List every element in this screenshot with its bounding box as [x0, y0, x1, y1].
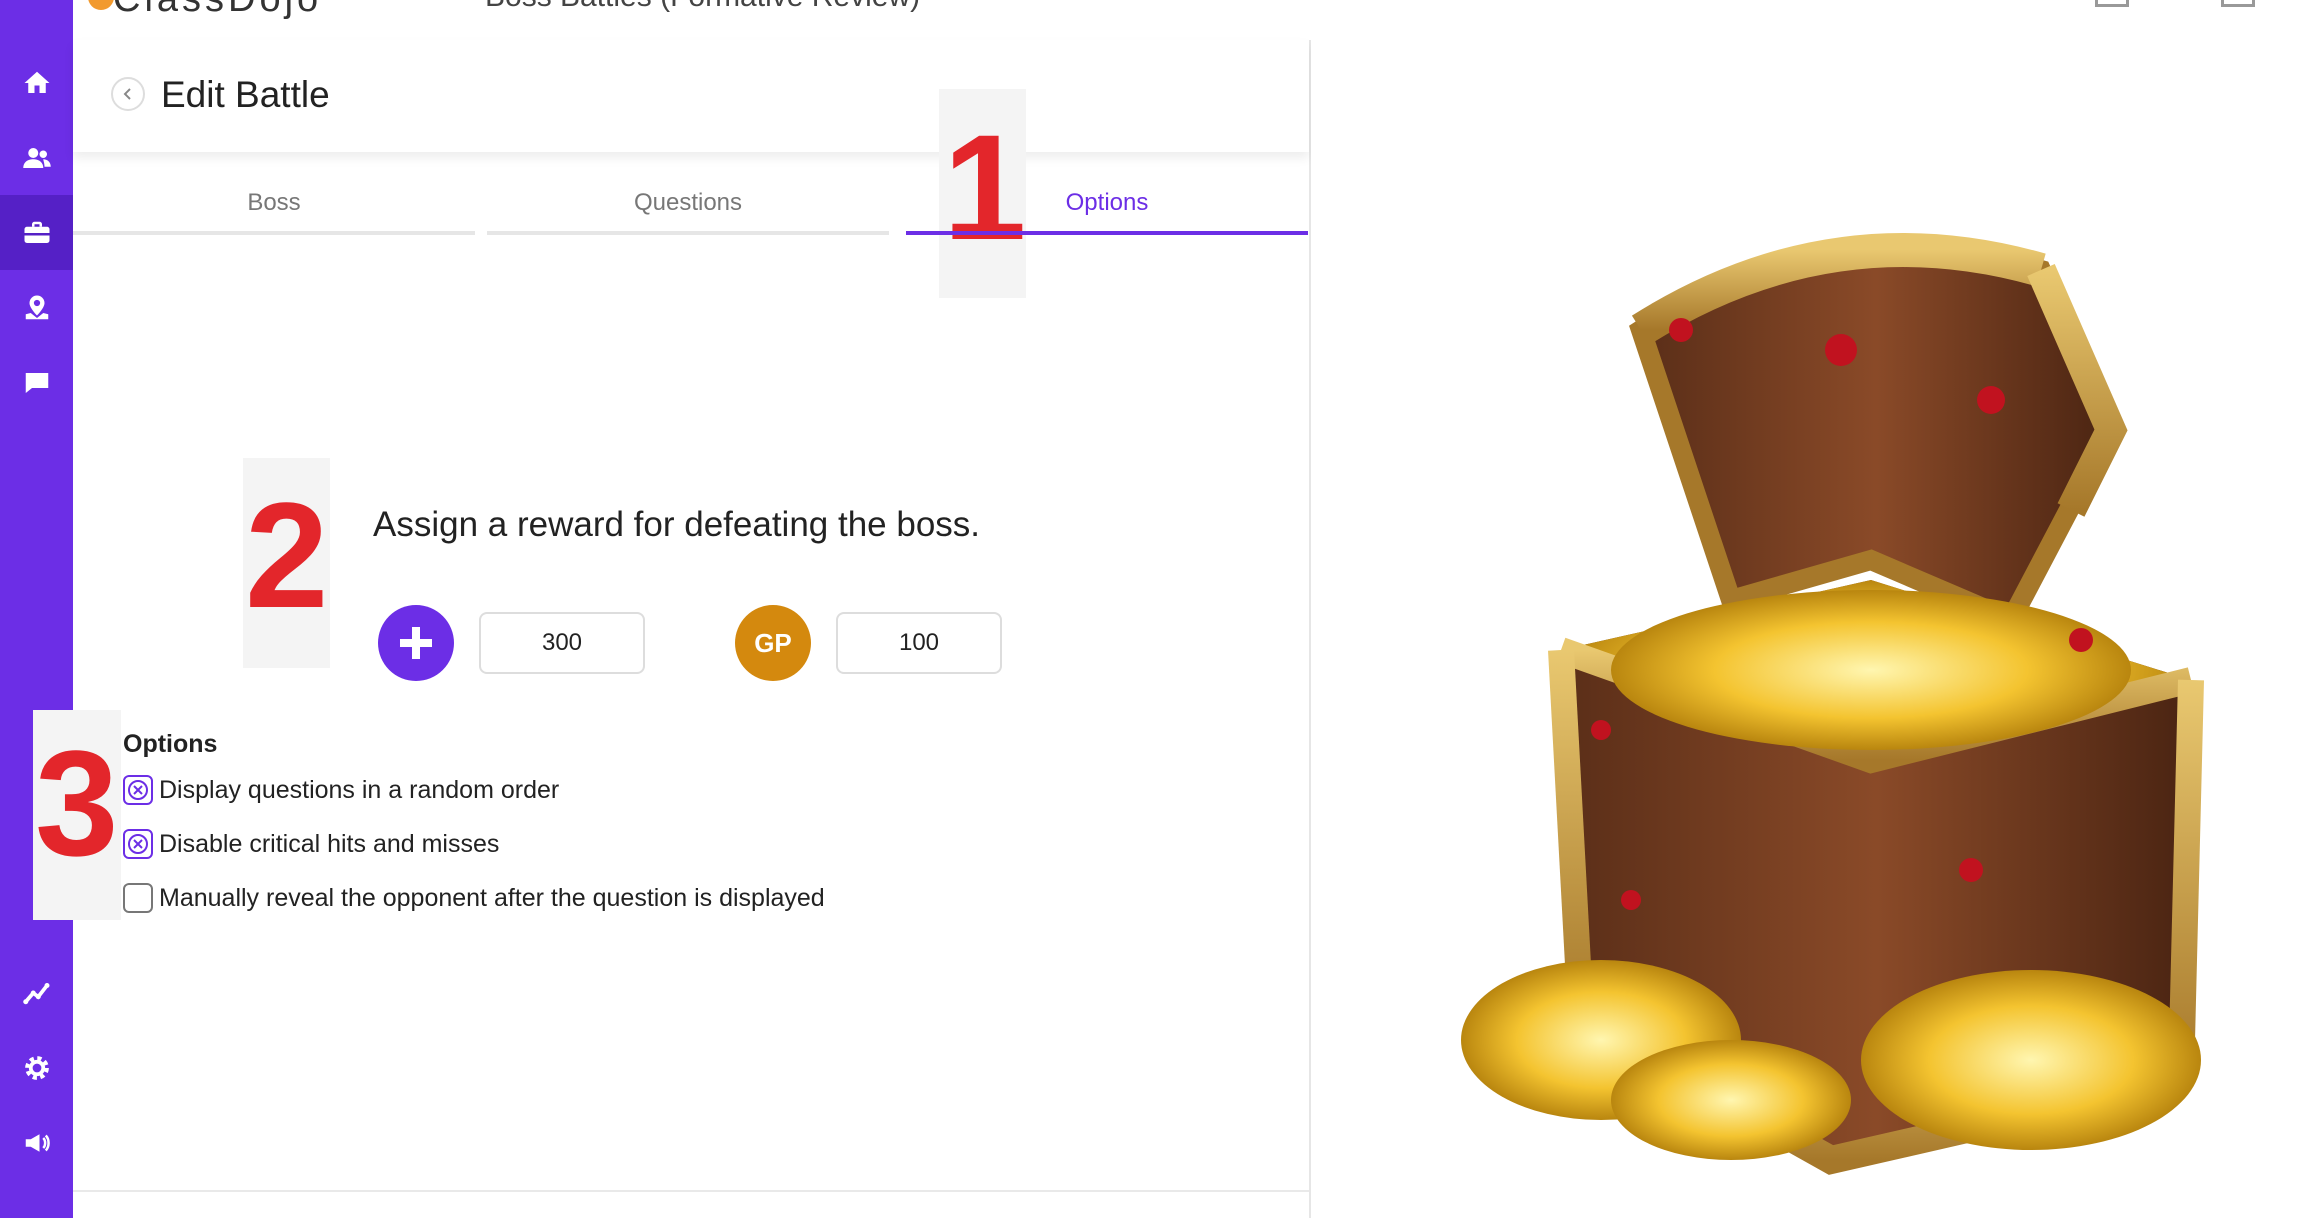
- sidebar-item-announcements[interactable]: [0, 1105, 73, 1180]
- option-disable-crits[interactable]: Disable critical hits and misses: [123, 826, 499, 862]
- panel-header: Edit Battle: [73, 40, 1309, 152]
- chat-icon: [25, 372, 48, 393]
- tab-options[interactable]: Options: [906, 175, 1308, 235]
- annotation-marker-2: 2: [245, 471, 329, 639]
- tab-boss[interactable]: Boss: [73, 175, 475, 235]
- footer-divider: [73, 1190, 1309, 1192]
- edit-battle-panel: Edit Battle 1 Boss Questions Options 2 A…: [33, 40, 1311, 1218]
- chevron-left-icon: [123, 88, 131, 100]
- gear-icon: [24, 1055, 49, 1080]
- sidebar-item-battles[interactable]: [0, 195, 73, 270]
- sidebar: [0, 0, 73, 1218]
- plus-icon: [400, 627, 432, 659]
- x-check-icon: [128, 834, 148, 854]
- gp-badge: GP: [735, 605, 811, 681]
- treasure-chest-image: [1461, 233, 2204, 1175]
- page-title: Edit Battle: [161, 74, 330, 115]
- briefcase-icon: [24, 221, 49, 243]
- top-bar: ClassDojo Boss Battles (Formative Review…: [73, 0, 2301, 41]
- xp-plus-badge: [378, 605, 454, 681]
- options-heading: Options: [123, 730, 218, 758]
- chart-icon: [22, 982, 49, 1004]
- sidebar-item-messages[interactable]: [0, 345, 73, 420]
- x-check-icon: [128, 780, 148, 800]
- tab-questions[interactable]: Questions: [487, 175, 889, 235]
- home-icon: [24, 71, 49, 93]
- window-icon[interactable]: [2095, 0, 2129, 7]
- sidebar-item-reports[interactable]: [0, 955, 73, 1030]
- sidebar-item-users[interactable]: [0, 120, 73, 195]
- xp-reward-input[interactable]: [479, 612, 645, 674]
- option-manual-reveal[interactable]: Manually reveal the opponent after the q…: [123, 880, 825, 916]
- logo-icon: [88, 0, 114, 10]
- sidebar-item-map[interactable]: [0, 270, 73, 345]
- brand-name: ClassDojo: [113, 0, 322, 21]
- back-button[interactable]: [111, 77, 145, 111]
- checkbox-unchecked[interactable]: [123, 883, 153, 913]
- option-label: Manually reveal the opponent after the q…: [159, 883, 825, 912]
- users-icon: [22, 147, 51, 168]
- folder-icon[interactable]: [2221, 0, 2255, 7]
- option-label: Disable critical hits and misses: [159, 829, 500, 858]
- sidebar-item-settings[interactable]: [0, 1030, 73, 1105]
- map-pin-icon: [25, 295, 48, 319]
- gp-reward-input[interactable]: [836, 612, 1002, 674]
- megaphone-icon: [25, 1133, 50, 1152]
- annotation-marker-3: 3: [35, 719, 119, 887]
- reward-heading: Assign a reward for defeating the boss.: [373, 505, 981, 544]
- option-random-order[interactable]: Display questions in a random order: [123, 772, 559, 808]
- checkbox-checked[interactable]: [123, 775, 153, 805]
- breadcrumb[interactable]: Boss Battles (Formative Review): [485, 0, 920, 14]
- option-label: Display questions in a random order: [159, 775, 560, 804]
- treasure-chest-illustration: [1311, 40, 2301, 1218]
- sidebar-item-home[interactable]: [0, 45, 73, 120]
- checkbox-checked[interactable]: [123, 829, 153, 859]
